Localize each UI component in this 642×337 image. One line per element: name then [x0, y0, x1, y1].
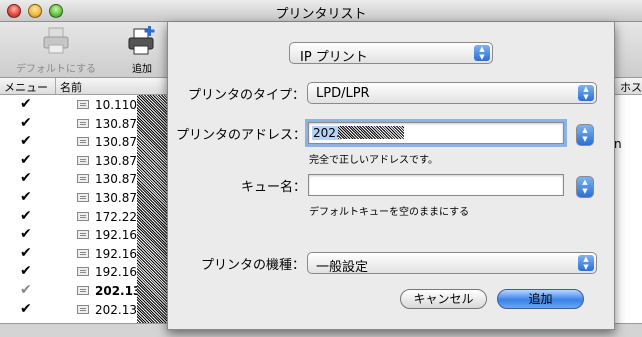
menu-checkbox[interactable]: ✔: [20, 190, 34, 204]
add-printer-icon: [128, 26, 155, 55]
menu-checkbox[interactable]: ✔: [20, 134, 34, 148]
menu-checkbox[interactable]: ✔: [20, 209, 34, 223]
printer-name: 192.16: [95, 265, 137, 280]
printer-name: 130.87: [95, 116, 137, 131]
menu-checkbox[interactable]: ✔: [20, 246, 34, 260]
printer-small-icon: [77, 286, 89, 295]
printer-small-icon: [77, 137, 89, 147]
menu-checkbox[interactable]: ✔: [20, 227, 34, 241]
printer-address-value: 202.: [312, 126, 341, 140]
printer-name: 10.110: [95, 98, 137, 112]
printer-small-icon: [77, 193, 89, 202]
printer-name: 192.16: [95, 228, 137, 243]
printer-small-icon: [77, 304, 89, 314]
add-label: 追加: [132, 64, 152, 75]
popup-arrows-icon: ▲ ▼: [578, 255, 594, 271]
popup-arrows-icon: ▲ ▼: [578, 85, 594, 101]
address-history-button[interactable]: ▲ ▼: [576, 124, 594, 146]
printer-type-popup[interactable]: LPD/LPR ▲ ▼: [307, 82, 597, 104]
printer-type-value: LPD/LPR: [316, 86, 370, 101]
add-printer-sheet: IP プリント ▲ ▼ プリンタのタイプ： LPD/LPR ▲ ▼ プリンタのアドレ…: [167, 22, 615, 330]
printer-small-icon: [77, 267, 89, 277]
queue-history-button[interactable]: ▲ ▼: [576, 176, 594, 198]
printer-type-label: プリンタのタイプ：: [187, 88, 305, 103]
printer-address-label: プリンタのアドレス：: [175, 128, 306, 143]
printer-small-icon: [77, 174, 89, 184]
connection-type-value: IP プリント: [300, 50, 368, 65]
column-menu[interactable]: メニュー: [4, 79, 48, 95]
connection-type-popup[interactable]: IP プリント ▲ ▼: [289, 42, 493, 65]
menu-checkbox[interactable]: ✔: [20, 264, 34, 278]
printer-small-icon: [77, 100, 89, 109]
printer-name: 202.13: [95, 302, 137, 317]
printer-small-icon: [77, 118, 89, 128]
redacted-column: [137, 95, 167, 323]
printer-small-icon: [77, 211, 89, 221]
printer-name: 130.87: [95, 135, 137, 150]
make-default-label: デフォルトにする: [15, 64, 97, 75]
add-printer-button[interactable]: 追加: [120, 25, 164, 75]
printer-name: 130.87: [95, 153, 137, 168]
make-default-button[interactable]: デフォルトにする: [8, 25, 104, 75]
host-column-strip: n: [614, 95, 642, 323]
menu-checkbox[interactable]: ✔: [20, 302, 34, 316]
menu-checkbox[interactable]: ✔: [20, 171, 34, 185]
queue-name-label: キュー名：: [240, 180, 306, 195]
printer-small-icon: [77, 248, 89, 258]
host-cell-fragment: n: [614, 137, 622, 151]
queue-name-field[interactable]: [308, 174, 564, 196]
printer-name: 202.13: [95, 284, 142, 298]
menu-checkbox[interactable]: ✔: [20, 153, 34, 167]
printer-name: 130.87: [95, 172, 137, 187]
redacted-address: [338, 126, 404, 139]
printer-icon: [43, 27, 69, 54]
queue-hint: デフォルトキューを空のままにする: [309, 207, 470, 218]
menu-checkbox[interactable]: ✔: [20, 116, 34, 130]
column-host[interactable]: ホス: [620, 79, 642, 95]
column-name[interactable]: 名前: [60, 79, 82, 95]
printer-small-icon: [77, 230, 89, 240]
address-hint: 完全で正しいアドレスです。: [309, 155, 438, 166]
add-button[interactable]: 追加: [497, 289, 584, 309]
window-title: プリンタリスト: [275, 7, 367, 22]
printer-model-label: プリンタの機種：: [200, 258, 305, 273]
cancel-button[interactable]: キャンセル: [400, 289, 487, 309]
printer-name: 130.87: [95, 191, 137, 205]
printer-model-value: 一般設定: [316, 260, 369, 275]
printer-address-field[interactable]: 202.: [305, 119, 567, 147]
menu-checkbox[interactable]: ✔: [20, 283, 34, 297]
popup-arrows-icon: ▲ ▼: [474, 45, 490, 61]
window-titlebar: プリンタリスト: [0, 0, 642, 22]
menu-checkbox[interactable]: ✔: [20, 97, 34, 111]
printer-model-popup[interactable]: 一般設定 ▲ ▼: [307, 252, 597, 275]
printer-name: 192.16: [95, 246, 137, 261]
printer-name: 172.22: [95, 209, 137, 224]
printer-small-icon: [77, 155, 89, 165]
